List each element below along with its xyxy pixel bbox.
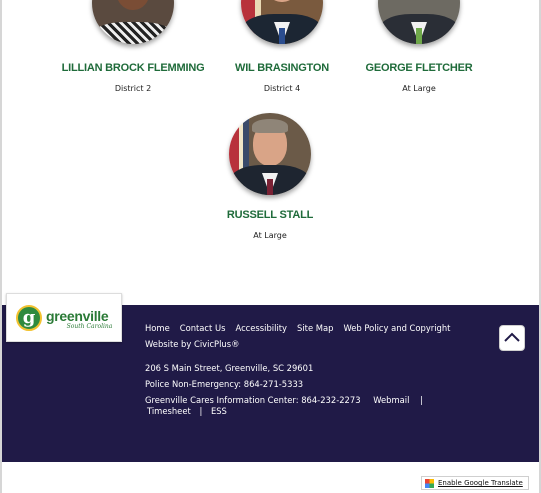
member-name[interactable]: LILLIAN BROCK FLEMMING <box>53 62 213 74</box>
footer-link-home[interactable]: Home <box>145 323 170 333</box>
member-district: District 2 <box>114 84 152 93</box>
logo-wordmark: greenville <box>46 307 109 324</box>
greenville-logo[interactable]: g greenville South Carolina <box>6 293 122 342</box>
translate-label[interactable]: Enable Google Translate <box>438 479 523 487</box>
footer-nav: Home Contact Us Accessibility Site Map Web P… <box>145 323 460 333</box>
civicplus-credit[interactable]: Website by CivicPlus® <box>145 339 239 349</box>
separator: | <box>420 395 423 405</box>
footer-link-accessibility[interactable]: Accessibility <box>235 323 287 333</box>
separator: | <box>199 406 203 416</box>
cares-line: Greenville Cares Information Center: 864… <box>145 395 423 405</box>
portrait-photo <box>92 0 174 44</box>
member-card-fletcher[interactable]: GEORGE FLETCHER At Large <box>339 0 499 93</box>
portrait-photo <box>229 113 311 195</box>
timesheet-line: Timesheet | ESS <box>147 406 227 416</box>
footer-address: 206 S Main Street, Greenville, SC 29601 <box>145 363 314 373</box>
member-card-brasington[interactable]: WIL BRASINGTON District 4 <box>202 0 362 93</box>
chevron-up-icon <box>504 332 520 342</box>
member-card-flemming[interactable]: LILLIAN BROCK FLEMMING District 2 <box>53 0 213 93</box>
google-translate-icon <box>425 478 434 488</box>
cares-info: Greenville Cares Information Center: 864… <box>145 395 361 405</box>
back-to-top-button[interactable] <box>499 325 525 351</box>
greenville-g-icon: g <box>16 304 42 331</box>
footer-link-web-policy[interactable]: Web Policy and Copyright <box>343 323 450 333</box>
footer-link-contact-us[interactable]: Contact Us <box>180 323 226 333</box>
member-name[interactable]: GEORGE FLETCHER <box>339 62 499 74</box>
ess-link[interactable]: ESS <box>211 406 227 416</box>
member-name[interactable]: WIL BRASINGTON <box>202 62 362 74</box>
google-translate-button[interactable]: Enable Google Translate <box>421 476 529 490</box>
member-name[interactable]: RUSSELL STALL <box>190 209 350 221</box>
logo-subtitle: South Carolina <box>66 322 113 330</box>
member-district: District 4 <box>263 84 301 93</box>
member-card-stall[interactable]: RUSSELL STALL At Large <box>190 113 350 240</box>
police-non-emergency: Police Non-Emergency: 864-271-5333 <box>145 379 304 389</box>
portrait-photo <box>241 0 323 44</box>
member-district: At Large <box>402 84 436 93</box>
footer-link-site-map[interactable]: Site Map <box>297 323 333 333</box>
portrait-photo <box>378 0 460 44</box>
timesheet-link[interactable]: Timesheet <box>147 406 191 416</box>
member-district: At Large <box>253 231 287 240</box>
webmail-link[interactable]: Webmail <box>373 395 409 405</box>
